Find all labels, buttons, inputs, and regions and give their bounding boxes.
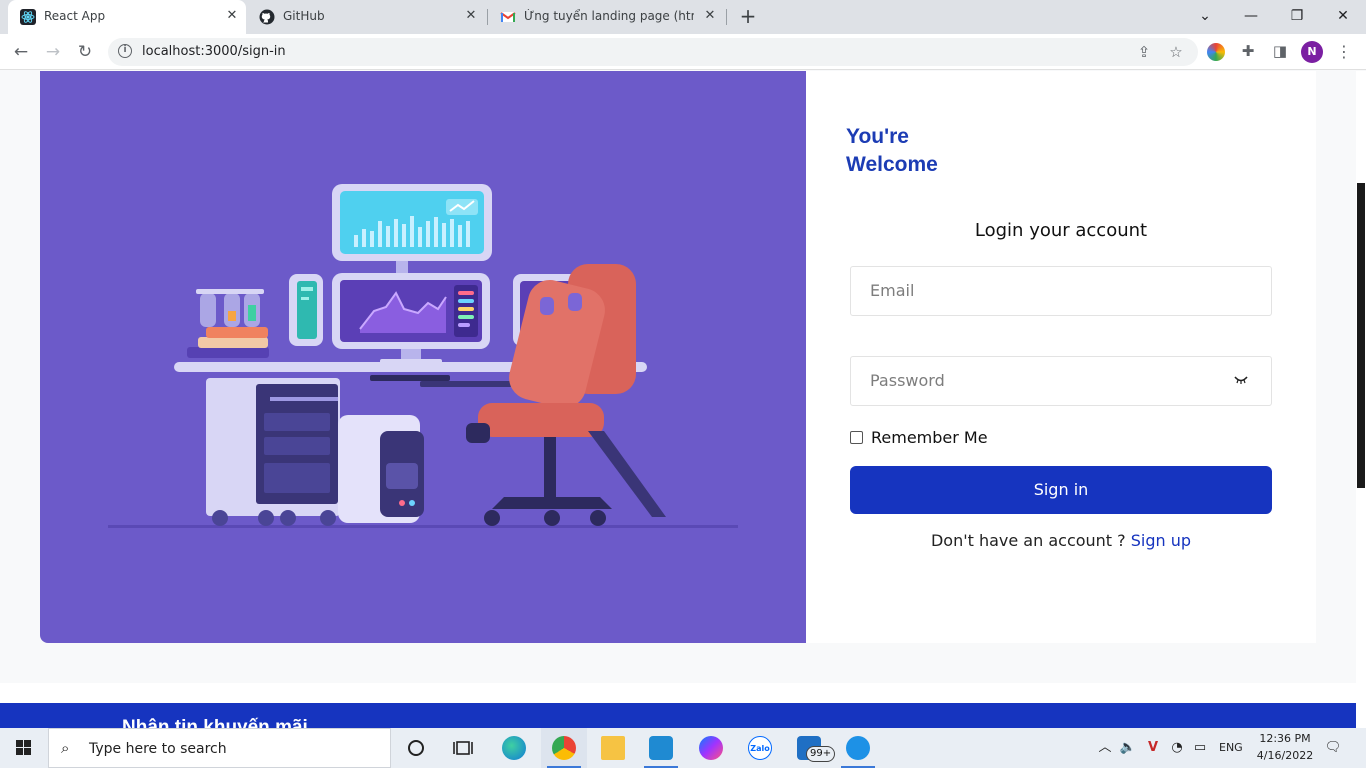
login-heading: Login your account <box>974 220 1148 241</box>
forward-arrow-icon[interactable]: → <box>40 39 66 65</box>
tab-title: GitHub <box>283 9 325 23</box>
clock-time[interactable]: 12:36 PM <box>1256 732 1314 745</box>
battery-icon[interactable]: ▭ <box>1190 738 1210 758</box>
site-info-icon[interactable]: i <box>118 44 132 58</box>
back-arrow-icon[interactable]: ← <box>8 39 34 65</box>
task-view-icon[interactable] <box>440 728 486 768</box>
minimize-icon[interactable]: — <box>1238 4 1264 28</box>
tab-gmail[interactable]: Ứng tuyển landing page (html + ✕ <box>488 0 726 34</box>
side-panel-icon[interactable]: ◨ <box>1270 42 1290 60</box>
language-indicator[interactable]: ENG <box>1219 741 1243 754</box>
remember-me-label[interactable]: Remember Me <box>871 428 988 447</box>
vscode-icon[interactable] <box>638 728 684 768</box>
tab-close-icon[interactable]: ✕ <box>701 7 719 25</box>
login-form-panel: You're Welcome Login your account Email … <box>806 71 1316 643</box>
eye-closed-icon[interactable] <box>1233 373 1249 389</box>
extension-colorful-icon[interactable] <box>1207 43 1225 61</box>
profile-avatar[interactable]: N <box>1301 41 1323 63</box>
wifi-icon[interactable]: ◔ <box>1167 738 1187 758</box>
page-scrollbar[interactable] <box>1356 71 1366 728</box>
search-icon: ⌕ <box>61 739 70 757</box>
tab-close-icon[interactable]: ✕ <box>223 7 241 25</box>
url-text[interactable]: localhost:3000/sign-in <box>142 44 286 59</box>
restore-icon[interactable]: ❐ <box>1284 4 1310 28</box>
extensions-puzzle-icon[interactable]: ✚ <box>1238 42 1258 60</box>
section-divider <box>0 683 1356 703</box>
reload-icon[interactable]: ↻ <box>72 39 98 65</box>
browser-toolbar: ← → ↻ i localhost:3000/sign-in ⇪ ☆ ✚ ◨ N… <box>0 34 1366 70</box>
promo-title: Nhận tin khuyến mãi <box>122 717 308 728</box>
tab-title: Ứng tuyển landing page (html + <box>524 9 694 23</box>
file-explorer-icon[interactable] <box>590 728 636 768</box>
taskbar-search-placeholder: Type here to search <box>89 741 227 757</box>
promo-footer: Nhận tin khuyến mãi <box>0 703 1356 728</box>
github-icon <box>259 9 275 25</box>
edge-icon[interactable] <box>491 728 537 768</box>
new-tab-plus-icon[interactable]: + <box>737 6 759 28</box>
messenger-icon[interactable] <box>688 728 734 768</box>
password-placeholder: Password <box>870 371 945 390</box>
tab-react-app[interactable]: React App ✕ <box>8 0 246 34</box>
bookmark-star-icon[interactable]: ☆ <box>1166 43 1186 61</box>
password-input[interactable]: Password <box>850 356 1272 406</box>
taskbar-search-box[interactable]: ⌕ Type here to search <box>48 728 391 768</box>
windows-start-icon[interactable] <box>0 728 48 768</box>
share-icon[interactable]: ⇪ <box>1134 43 1154 61</box>
gmail-icon <box>500 9 516 25</box>
mail-badge: 99+ <box>806 746 836 762</box>
address-bar[interactable]: i localhost:3000/sign-in ⇪ ☆ <box>108 38 1198 66</box>
tab-separator <box>726 9 727 25</box>
notification-icon[interactable]: 🗨 <box>1323 738 1343 758</box>
volume-icon[interactable]: 🔈 <box>1118 738 1138 758</box>
workspace-illustration <box>108 184 738 528</box>
mail-icon[interactable]: 99+ <box>786 728 836 768</box>
browser-tab-strip: React App ✕ GitHub ✕ Ứng tuyển landing p… <box>0 0 1366 34</box>
email-input[interactable]: Email <box>850 266 1272 316</box>
illustration-panel <box>40 71 806 643</box>
signup-prompt-text: Don't have an account ? <box>930 531 1126 550</box>
welcome-line-2: Welcome <box>846 153 938 176</box>
chrome-icon[interactable] <box>541 728 587 768</box>
welcome-line-1: You're <box>846 125 909 148</box>
tab-close-icon[interactable]: ✕ <box>462 7 480 25</box>
welcome-heading: You're Welcome <box>846 123 986 179</box>
close-window-icon[interactable]: ✕ <box>1330 4 1356 28</box>
remember-me-row[interactable]: Remember Me <box>850 427 988 447</box>
tray-chevron-up-icon[interactable]: ︿ <box>1095 738 1115 758</box>
tab-title: React App <box>44 9 106 23</box>
windows-taskbar: ⌕ Type here to search Zalo 99+ ︿ 🔈 V ◔ ▭… <box>0 728 1366 768</box>
scrollbar-thumb[interactable] <box>1357 183 1365 488</box>
menu-kebab-icon[interactable]: ⋮ <box>1336 41 1352 63</box>
react-icon <box>20 9 36 25</box>
page-viewport: You're Welcome Login your account Email … <box>0 71 1356 728</box>
remember-me-checkbox[interactable] <box>850 430 863 444</box>
tab-search-chevron-icon[interactable]: ⌄ <box>1192 4 1218 28</box>
docker-icon[interactable] <box>835 728 881 768</box>
sign-in-button[interactable]: Sign in <box>850 466 1272 514</box>
zalo-icon[interactable]: Zalo <box>737 728 783 768</box>
tab-github[interactable]: GitHub ✕ <box>247 0 487 34</box>
email-placeholder: Email <box>870 281 915 300</box>
vietkey-icon[interactable]: V <box>1143 738 1163 758</box>
cortana-icon[interactable] <box>394 728 440 768</box>
signup-prompt-row: Don't have an account ? Sign up <box>850 531 1272 550</box>
sign-up-link[interactable]: Sign up <box>1131 531 1191 550</box>
clock-date[interactable]: 4/16/2022 <box>1256 749 1314 762</box>
